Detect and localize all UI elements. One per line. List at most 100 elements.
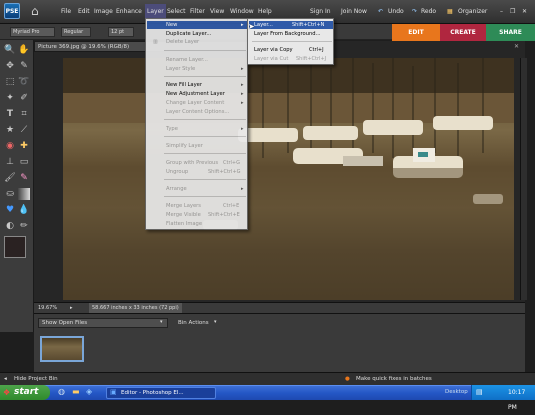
magic-wand-icon[interactable]: ✦ [4, 92, 16, 104]
submenu-item-layer-via-copy[interactable]: Layer via Copy [254, 47, 293, 53]
clone-stamp-icon[interactable]: ⊥ [4, 156, 16, 168]
close-button[interactable]: ✕ [522, 8, 527, 15]
redo-icon[interactable]: ↷ [412, 8, 417, 15]
lasso-icon[interactable]: ➰ [18, 76, 30, 88]
menu-separator [164, 50, 246, 51]
shortcut-new-layer: Shift+Ctrl+N [292, 22, 325, 28]
hand-icon[interactable]: ✋ [18, 44, 30, 56]
menu-item-delete-layer[interactable]: Delete Layer [166, 39, 199, 45]
shape-icon[interactable]: ♥ [4, 204, 16, 216]
spot-healing-icon[interactable]: ✚ [18, 140, 30, 152]
shortcut-merge-layers: Ctrl+E [223, 203, 240, 209]
sign-in-link[interactable]: Sign In [310, 8, 331, 15]
organizer-button[interactable]: Organizer [458, 8, 487, 15]
font-size-select[interactable]: 12 pt [108, 27, 134, 37]
menu-item-new-fill-layer[interactable]: New Fill Layer [166, 82, 202, 88]
menu-item-layer-style[interactable]: Layer Style [166, 66, 195, 72]
menu-select[interactable]: Select [167, 8, 186, 15]
undo-button[interactable]: Undo [388, 8, 404, 15]
tray-network-icon[interactable]: ▤ [476, 385, 483, 400]
redo-button[interactable]: Redo [421, 8, 436, 15]
show-open-files-dropdown[interactable]: Show Open Files [38, 318, 168, 328]
pencil-icon[interactable]: ✏ [18, 220, 30, 232]
crop-icon[interactable]: ⌗ [18, 108, 30, 120]
menu-item-group-with-previous[interactable]: Group with Previous [166, 160, 218, 166]
harbor-photo [63, 58, 514, 300]
gradient-icon[interactable] [18, 188, 30, 200]
menu-item-simplify-layer[interactable]: Simplify Layer [166, 143, 203, 149]
menu-item-layer-content-options[interactable]: Layer Content Options... [166, 109, 229, 115]
create-tab[interactable]: CREATE [440, 24, 486, 41]
move-icon[interactable]: ✥ [4, 60, 16, 72]
submenu-item-layer-via-cut[interactable]: Layer via Cut [254, 56, 288, 62]
menu-image[interactable]: Image [94, 8, 113, 15]
menu-highlight [147, 21, 247, 29]
document-image[interactable] [63, 58, 514, 300]
submenu-arrow-icon: ▸ [241, 22, 244, 28]
start-label: start [14, 387, 39, 397]
bin-actions-arrow-icon: ▾ [214, 319, 217, 325]
font-style-select[interactable]: Regular [61, 27, 91, 37]
quicklaunch-app-icon[interactable]: ◈ [86, 387, 92, 396]
red-eye-icon[interactable]: ◉ [4, 140, 16, 152]
quick-fix-hint[interactable]: Make quick fixes in batches [356, 373, 432, 385]
brush-icon[interactable]: 🖌 [4, 172, 16, 184]
quicklaunch-browser-icon[interactable]: ◍ [58, 387, 65, 396]
menu-enhance[interactable]: Enhance [116, 8, 142, 15]
edit-tab[interactable]: EDIT [392, 24, 440, 41]
desktop-toolbar-label[interactable]: Desktop [445, 389, 468, 395]
vertical-scrollbar[interactable] [520, 58, 527, 300]
zoom-icon[interactable]: 🔍 [4, 44, 16, 56]
menu-separator [164, 76, 246, 77]
taskbar-photoshop-button[interactable]: Editor - Photoshop El... [106, 387, 216, 399]
marquee-icon[interactable]: ⬚ [4, 76, 16, 88]
eyedropper-icon[interactable]: ✎ [18, 60, 30, 72]
organizer-icon[interactable]: ▦ [447, 8, 453, 15]
menu-separator [164, 153, 246, 154]
menu-item-new[interactable]: New [166, 22, 177, 28]
hide-project-bin-button[interactable]: Hide Project Bin [14, 373, 58, 385]
selection-brush-icon[interactable]: ✐ [18, 92, 30, 104]
menu-help[interactable]: Help [258, 8, 272, 15]
submenu-item-layer-from-background[interactable]: Layer From Background... [254, 31, 321, 37]
foreground-color-swatch[interactable] [4, 236, 26, 258]
open-file-thumbnail[interactable] [40, 336, 84, 362]
undo-icon[interactable]: ↶ [378, 8, 383, 15]
clock[interactable]: 10:17 PM [508, 385, 535, 415]
smart-brush-icon[interactable]: ✎ [18, 172, 30, 184]
minimize-button[interactable]: – [500, 8, 503, 15]
menu-item-new-adjustment-layer[interactable]: New Adjustment Layer [166, 91, 225, 97]
hide-bin-arrow-icon[interactable]: ◂ [4, 373, 7, 385]
menu-item-duplicate-layer[interactable]: Duplicate Layer... [166, 31, 211, 37]
menu-item-change-layer-content[interactable]: Change Layer Content [166, 100, 224, 106]
sponge-icon[interactable]: ◐ [4, 220, 16, 232]
join-now-link[interactable]: Join Now [341, 8, 367, 15]
submenu-arrow-icon: ▸ [241, 186, 244, 192]
bin-actions-menu[interactable]: Bin Actions [178, 320, 209, 326]
menu-item-type[interactable]: Type [166, 126, 178, 132]
menu-item-ungroup[interactable]: Ungroup [166, 169, 188, 175]
menu-window[interactable]: Window [230, 8, 254, 15]
menu-filter[interactable]: Filter [190, 8, 205, 15]
document-close-icon[interactable]: ✕ [514, 43, 524, 51]
straighten-icon[interactable]: ⟋ [18, 124, 30, 136]
menu-item-rename-layer[interactable]: Rename Layer... [166, 57, 208, 63]
share-tab[interactable]: SHARE [486, 24, 535, 41]
menu-item-flatten-image[interactable]: Flatten Image [166, 221, 202, 227]
type-icon[interactable]: T [4, 108, 16, 120]
quicklaunch-folder-icon[interactable]: ▬ [72, 387, 80, 396]
paint-bucket-icon[interactable]: ⛀ [4, 188, 16, 200]
font-family-select[interactable]: Myriad Pro [10, 27, 55, 37]
restore-button[interactable]: ❐ [510, 8, 515, 15]
blur-icon[interactable]: 💧 [18, 204, 30, 216]
cookie-cutter-icon[interactable]: ★ [4, 124, 16, 136]
menu-file[interactable]: File [61, 8, 71, 15]
menu-item-merge-visible[interactable]: Merge Visible [166, 212, 201, 218]
submenu-item-layer[interactable]: Layer... [254, 22, 273, 28]
home-icon[interactable]: ⌂ [31, 5, 45, 18]
menu-item-merge-layers[interactable]: Merge Layers [166, 203, 201, 209]
menu-edit[interactable]: Edit [78, 8, 90, 15]
eraser-icon[interactable]: ▭ [18, 156, 30, 168]
menu-item-arrange[interactable]: Arrange [166, 186, 187, 192]
menu-view[interactable]: View [210, 8, 224, 15]
